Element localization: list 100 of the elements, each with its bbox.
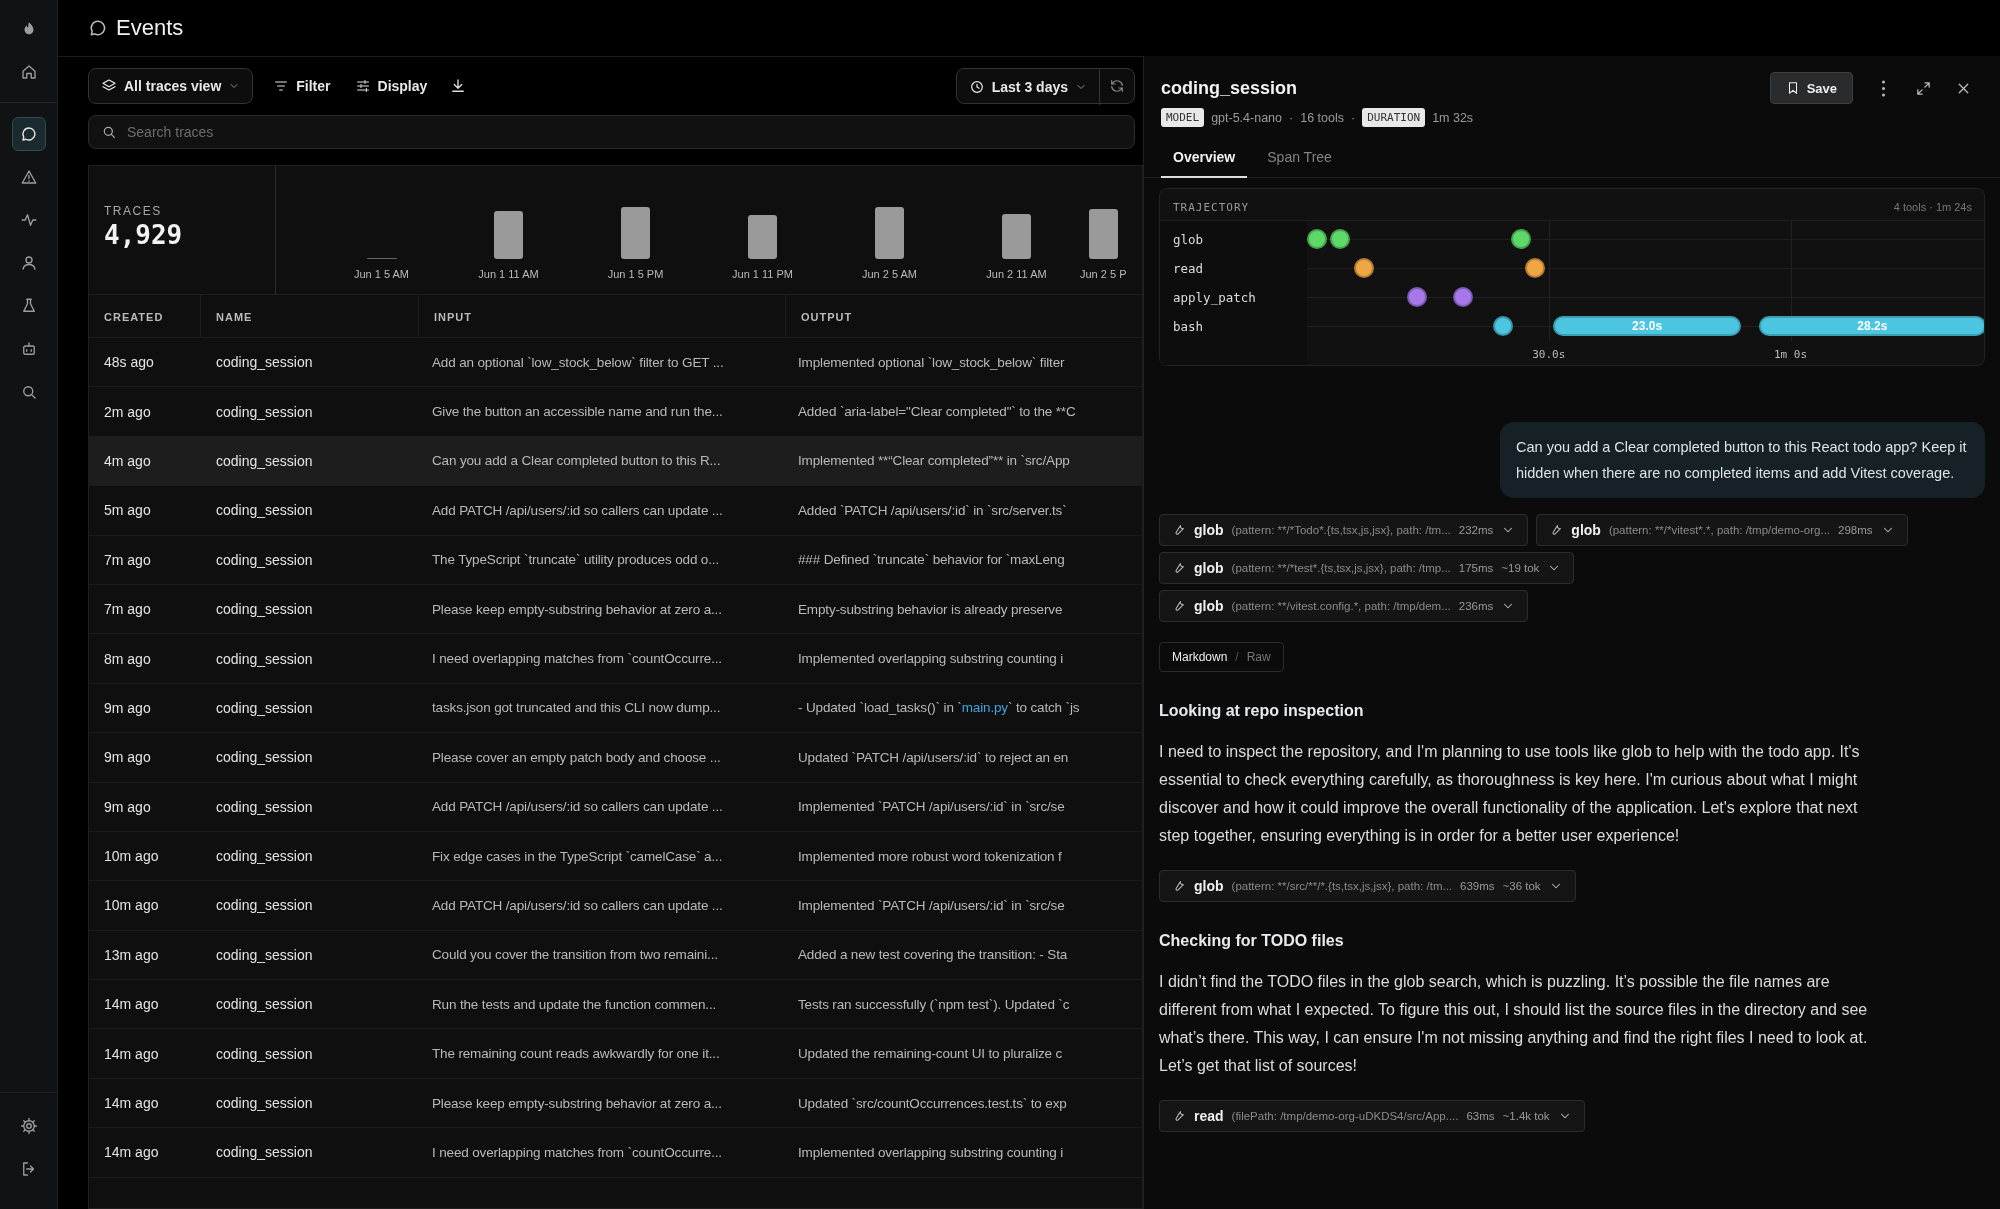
table-row[interactable]: 2m ago coding_session Give the button an accessible name and run the... Added `aria-label="Clear completed"` to the **C (89, 387, 1144, 437)
sliders-icon (354, 78, 371, 94)
table-cell-text: coding_session (215, 897, 314, 914)
nav-button[interactable] (11, 117, 46, 151)
format-option[interactable]: Markdown (1172, 650, 1228, 664)
tool-call-chip[interactable]: read (filePath: /tmp/demo-org-uDKDS4/src/App.... 63ms ~1.4k tok (1159, 1100, 1585, 1132)
expand-icon (1914, 79, 1932, 97)
tool-name: glob (1194, 878, 1224, 894)
table-row[interactable]: 7m ago coding_session Please keep empty-substring behavior at zero a... Empty-substring behavior is already preserve (89, 584, 1144, 635)
meta-text: 1m 32s (1432, 110, 1474, 125)
table-cell-text: 9m ago (103, 699, 152, 716)
tool-call-chip[interactable]: glob (pattern: **/*vitest*.*, path: /tmp/demo-org... 298ms (1536, 514, 1908, 546)
table-cell-text: Implemented **“Clear completed”** in `src/App (797, 453, 1071, 469)
row-label: bash (1173, 318, 1205, 336)
chat-bubble-icon (19, 125, 38, 143)
span-dot[interactable] (1354, 258, 1375, 278)
table-cell-text: coding_session (215, 1045, 314, 1062)
table-row[interactable]: 10m ago coding_session Add PATCH /api/users/:id so callers can update ... Implemented `PATCH /api/users/:id` in `src/se (89, 881, 1144, 931)
user-message: Can you add a Clear completed button to this React todo app? Keep it hidden when there are no completed items and add Vitest coverage. (1500, 422, 1985, 498)
display-button[interactable]: Display (350, 68, 432, 104)
table-row[interactable]: 9m ago coding_session Please cover an empty patch body and choose ... Updated `PATCH /api/users/:id` to reject an en (89, 733, 1144, 783)
span-dot[interactable] (1406, 287, 1427, 307)
refresh-icon (1109, 78, 1125, 94)
span-dot[interactable] (1306, 229, 1327, 249)
tool-name: glob (1194, 560, 1224, 576)
span-dot[interactable] (1452, 287, 1473, 307)
table-row[interactable]: 10m ago coding_session Fix edge cases in the TypeScript `camelCase` a... Implemented more robust word tokenization f (89, 831, 1144, 882)
table-cell-text: Can you add a Clear completed button to this R... (431, 453, 722, 469)
table-cell-text: 9m ago (103, 798, 152, 815)
table-cell-text: coding_session (215, 650, 314, 667)
table-row[interactable]: 5m ago coding_session Add PATCH /api/users/:id so callers can update ... Added `PATCH /api/users/:id` in `src/server.ts` (89, 486, 1144, 536)
tool-name: glob (1194, 522, 1224, 538)
card-summary: 4 tools · 1m 24s (1893, 201, 1972, 214)
filter-button[interactable]: Filter (269, 68, 335, 104)
table-cell-text: Tests ran successfully (`npm test`). Updated `c (797, 996, 1071, 1012)
section-heading: Checking for TODO files (1159, 932, 1345, 950)
format-option[interactable]: Raw (1246, 650, 1271, 664)
table-cell-text: Please cover an empty patch body and choose ... (431, 749, 722, 765)
separator-dot: · (1350, 110, 1356, 125)
table-cell-text: Updated the remaining-count UI to pluralize c (797, 1046, 1064, 1062)
tool-duration: 639ms (1460, 880, 1495, 892)
card-title: TRAJECTORY (1173, 201, 1250, 214)
table-cell-text: Add PATCH /api/users/:id so callers can update ... (431, 502, 724, 518)
table-row[interactable]: 7m ago coding_session The TypeScript `truncate` utility produces odd o... ### Defined `truncate` behavior for `maxLeng (89, 535, 1144, 585)
token-count: ~1.4k tok (1502, 1110, 1550, 1122)
axis-label: Jun 2 5 P (1080, 268, 1127, 280)
span-dot[interactable] (1511, 229, 1532, 249)
histogram-bar (748, 215, 777, 259)
file-link[interactable]: main.py (961, 700, 1008, 716)
table-row[interactable]: 48s ago coding_session Add an optional `low_stock_below` filter to GET ... Implemented optional `low_stock_below` filter (89, 338, 1144, 388)
span-dot[interactable] (1330, 229, 1351, 249)
token-count: ~19 tok (1501, 562, 1540, 574)
table-row[interactable]: 4m ago coding_session Can you add a Clear completed button to this R... Implemented **“Clear completed”** in `src/App (89, 436, 1144, 487)
tool-duration: 232ms (1458, 524, 1494, 536)
table-cell-text: coding_session (215, 403, 314, 420)
tool-arguments: (pattern: **/*vitest*.*, path: /tmp/demo-org... (1608, 524, 1831, 536)
tool-arguments: (pattern: **/*Todo*.{ts,tsx,js,jsx}, path: /tm... (1231, 524, 1451, 536)
table-row[interactable]: 14m ago coding_session Run the tests and update the function commen... Tests ran successfully (`npm test`). Updated `c (89, 980, 1144, 1030)
more-vertical-icon (1881, 79, 1885, 97)
tool-duration: 298ms (1838, 524, 1873, 536)
view-dropdown[interactable]: All traces view (88, 68, 254, 104)
table-cell-text: Implemented `PATCH /api/users/:id` in `src/se (797, 898, 1066, 913)
tool-call-chip[interactable]: glob (pattern: **/*test*.{ts,tsx,js,jsx}, path: /tmp... 175ms ~19 tok (1159, 552, 1575, 584)
table-cell-text: Please keep empty-substring behavior at zero a... (431, 1095, 723, 1111)
table-cell-text: coding_session (215, 601, 314, 618)
tool-call-chip[interactable]: glob (pattern: **/vitest.config.*, path: /tmp/dem... 236ms (1159, 590, 1529, 622)
table-cell-text: 10m ago (103, 897, 160, 914)
axis-label: Jun 1 11 AM (478, 268, 539, 280)
axis-label: Jun 1 11 PM (732, 268, 793, 280)
table-cell-text: Implemented overlapping substring counting i (797, 651, 1065, 667)
save-button[interactable]: Save (1769, 72, 1853, 104)
span-dot[interactable] (1492, 316, 1513, 336)
row-label: apply_patch (1173, 289, 1257, 307)
table-row[interactable]: 9m ago coding_session Add PATCH /api/users/:id so callers can update ... Implemented `PATCH /api/users/:id` in `src/se (89, 782, 1144, 832)
table-cell-text: Add an optional `low_stock_below` filter to GET ... (431, 354, 725, 370)
span-dot[interactable] (1525, 258, 1546, 278)
tool-name: read (1194, 1108, 1224, 1124)
tool-name: glob (1194, 598, 1224, 614)
table-cell-text: Run the tests and update the function commen... (431, 996, 718, 1012)
table-row[interactable]: 14m ago coding_session I need overlapping matches from `countOccurre... Implemented overlapping substring counting i (89, 1128, 1144, 1178)
tab[interactable]: Overview (1161, 141, 1248, 178)
table-cell-text: The TypeScript `truncate` utility produces odd o... (431, 552, 720, 568)
table-row[interactable]: 13m ago coding_session Could you cover the transition from two remaini... Added a new test covering the transition: - Sta (89, 930, 1144, 981)
table-cell-text: coding_session (215, 699, 314, 716)
table-cell-text: Empty-substring behavior is already preserve (797, 601, 1064, 617)
table-row[interactable]: 14m ago coding_session The remaining count reads awkwardly for one it... Updated the remaining-count UI to pluralize c (89, 1029, 1144, 1079)
table-cell-text: 7m ago (103, 601, 152, 618)
tool-call-chip[interactable]: glob (pattern: **/src/**/*.{ts,tsx,js,jsx}, path: /tm... 639ms ~36 tok (1159, 870, 1576, 902)
table-cell-text: ### Defined `truncate` behavior for `maxLeng (797, 552, 1066, 568)
settings-icon (19, 1117, 38, 1135)
tab[interactable]: Span Tree (1255, 141, 1344, 178)
paragraph: I didn’t find the TODO files in the glob search, which is puzzling. It’s possible the file names are different from what I expected. To figure this out, I should list the source files in the directory and see what’s there. This way, I can ensure I'm not missing anything and find the right files I need to look at. Let’s get that list of sources! (1159, 972, 1869, 1076)
clock-icon (968, 79, 985, 95)
tool-call-chip[interactable]: glob (pattern: **/*Todo*.{ts,tsx,js,jsx}, path: /tm... 232ms (1159, 514, 1529, 546)
table-cell-text: - Updated `load_tasks()` in `main.py` to catch `js (797, 700, 1081, 716)
search-field[interactable]: Search traces (88, 115, 1135, 149)
table-row[interactable]: 9m ago coding_session tasks.json got truncated and this CLI now dump... - Updated `load_tasks()` in `main.py` to catch `js (89, 683, 1144, 734)
table-row[interactable]: 8m ago coding_session I need overlapping matches from `countOccurre... Implemented overlapping substring counting i (89, 634, 1144, 684)
table-cell-text: coding_session (215, 848, 314, 865)
table-row[interactable]: 14m ago coding_session Please keep empty-substring behavior at zero a... Updated `src/countOccurrences.test.ts` to exp (89, 1078, 1144, 1129)
